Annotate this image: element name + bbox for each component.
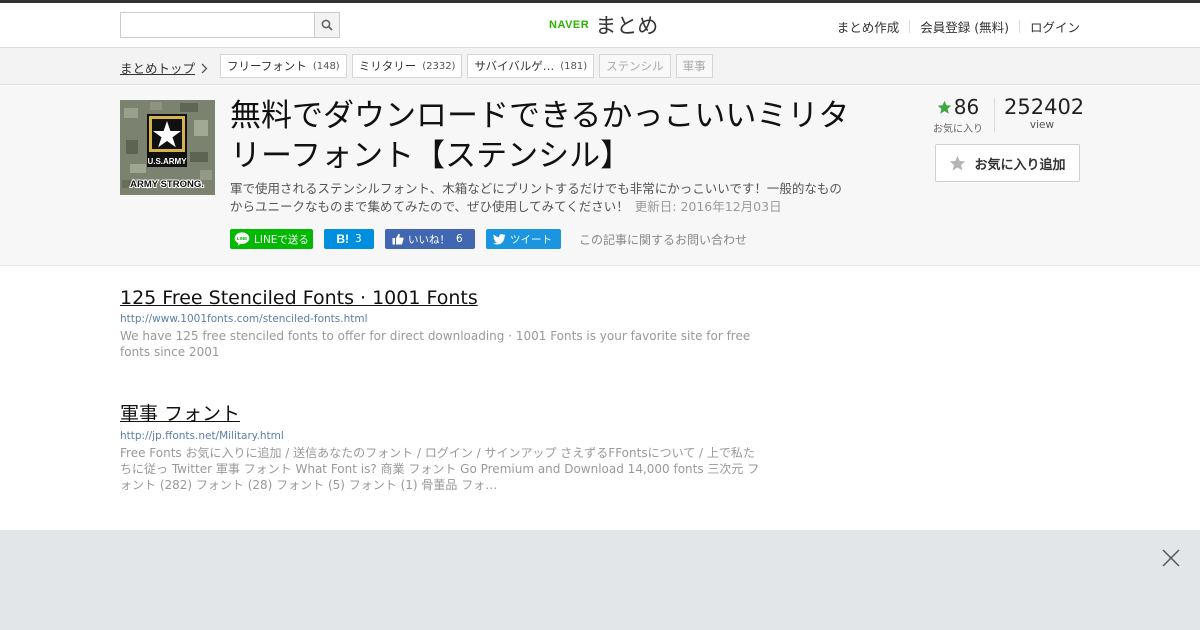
favorite-stat: 86 お気に入り [928,95,988,135]
thumb-army-text: U.S.ARMY [147,157,187,166]
breadcrumb-bar: まとめトップ フリーフォント (148) ミリタリー (2332) サバイバルゲ… [0,48,1200,85]
favorite-count-row: 86 [928,95,988,119]
result-title-link[interactable]: 125 Free Stenciled Fonts · 1001 Fonts [120,287,760,309]
article-thumbnail[interactable]: U.S.ARMY ARMY STRONG. [120,100,215,195]
result-snippet: Free Fonts お気に入りに追加 / 送信あなたのフォント / ログイン … [120,446,760,492]
facebook-like-button[interactable]: いいね！ 6 [385,229,475,249]
view-label: view [1029,119,1055,131]
line-icon: LINE [234,232,250,246]
star-icon [937,100,952,114]
article-contact-link[interactable]: この記事に関するお問い合わせ [579,231,747,248]
hatena-bookmark-button[interactable]: B! 3 [324,229,374,249]
search-button[interactable] [314,13,339,37]
facebook-like-label: いいね！ [408,233,450,246]
logo-brand: NAVER [549,19,590,31]
tag-label: フリーフォント [227,59,307,73]
result-snippet: We have 125 free stenciled fonts to offe… [120,329,751,359]
search-input[interactable] [121,13,315,37]
article-header: U.S.ARMY ARMY STRONG. 無料でダウンロードできるかっこいいミ… [0,85,1200,266]
favorite-label: お気に入り [933,124,983,135]
line-share-button[interactable]: LINE LINEで送る [230,229,313,249]
search-box [120,12,340,38]
star-icon [950,155,966,171]
share-buttons: LINE LINEで送る B! 3 いいね！ 6 ツイート この記事に関するお問… [230,229,747,249]
nav-divider [909,20,911,33]
thumbs-up-icon [392,233,404,245]
nav-create-matome[interactable]: まとめ作成 [837,17,900,36]
tag-gunji[interactable]: 軍事 [675,54,713,78]
hatena-count: 3 [354,233,362,245]
updated-date: 更新日: 2016年12月03日 [634,199,782,214]
article-title: 無料でダウンロードできるかっこいいミリタリーフォント【ステンシル】 [230,98,850,174]
site-header: NAVER まとめ まとめ作成 会員登録 (無料) ログイン [0,3,1200,48]
article-stats: 86 お気に入り 252402 view [920,95,1085,135]
tag-label: ステンシル [606,59,664,73]
logo-product: まとめ [595,14,659,38]
tag-free-font[interactable]: フリーフォント (148) [220,54,347,78]
tag-count: (181) [560,60,588,72]
tag-label: サバイバルゲ… [474,59,555,73]
ad-banner-area [0,530,1200,630]
close-icon[interactable] [1160,547,1182,569]
nav-login[interactable]: ログイン [1030,17,1080,36]
breadcrumb-top-link[interactable]: まとめトップ [120,58,208,77]
add-favorite-label: お気に入り追加 [974,157,1066,173]
tag-survival-game[interactable]: サバイバルゲ… (181) [467,54,595,78]
thumb-strong-text: ARMY STRONG. [130,179,204,190]
article-description: 軍で使用されるステンシルフォント、木箱などにプリントするだけでも非常にかっこいい… [230,180,850,216]
view-stat: 252402 view [1004,95,1085,131]
result-url[interactable]: http://www.1001fonts.com/stenciled-fonts… [120,313,760,325]
tweet-button[interactable]: ツイート [486,229,561,249]
breadcrumb-top-label: まとめトップ [120,61,196,76]
result-url[interactable]: http://jp.ffonts.net/Military.html [120,430,760,442]
add-favorite-button[interactable]: お気に入り追加 [935,144,1080,182]
list-item: 125 Free Stenciled Fonts · 1001 Fonts ht… [120,287,760,360]
chevron-right-icon [201,63,208,73]
result-title-link[interactable]: 軍事 フォント [120,399,760,426]
tag-label: ミリタリー [358,59,417,73]
nav-divider [1018,20,1020,33]
tag-label: 軍事 [682,59,706,73]
search-icon [321,19,333,31]
tag-count: (148) [312,60,340,72]
us-army-logo: U.S.ARMY ARMY STRONG. [120,100,215,195]
view-count: 252402 [1004,95,1085,119]
tag-stencil[interactable]: ステンシル [599,54,671,78]
tag-military[interactable]: ミリタリー (2332) [351,54,463,78]
list-item: 軍事 フォント http://jp.ffonts.net/Military.ht… [120,399,760,493]
tag-list: フリーフォント (148) ミリタリー (2332) サバイバルゲ… (181)… [220,54,718,78]
facebook-like-count: 6 [456,233,463,245]
site-logo[interactable]: NAVER まとめ [549,12,658,38]
header-nav: まとめ作成 会員登録 (無料) ログイン [837,17,1080,36]
svg-text:LINE: LINE [237,236,247,241]
tweet-label: ツイート [510,233,552,246]
nav-register[interactable]: 会員登録 (無料) [920,17,1009,36]
stats-divider [994,98,995,132]
favorite-count: 86 [953,95,980,119]
tag-count: (2332) [422,60,456,72]
twitter-bird-icon [493,233,506,244]
hatena-icon: B! [336,232,349,246]
line-share-label: LINEで送る [254,233,309,246]
